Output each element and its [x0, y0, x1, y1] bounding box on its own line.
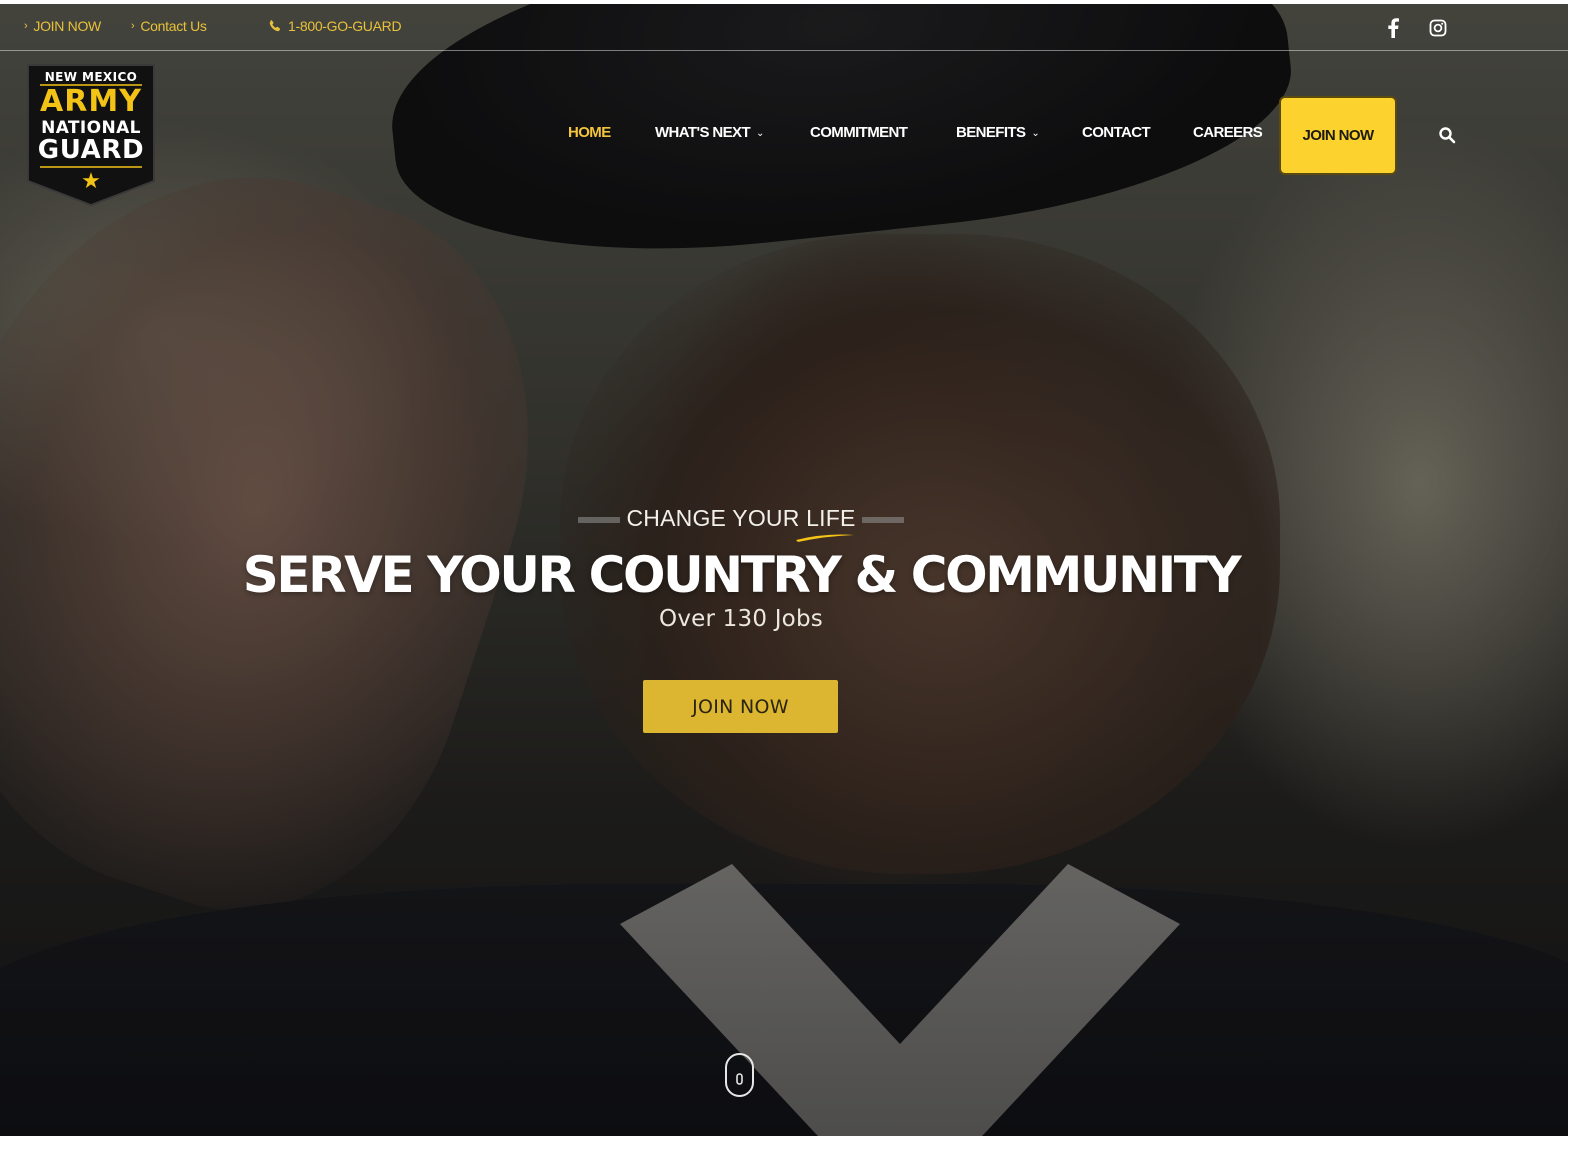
hero-join-now-button[interactable]: JOIN NOW: [643, 680, 838, 733]
nav-join-now-button[interactable]: JOIN NOW: [1279, 96, 1397, 175]
chevron-right-icon: ›: [24, 20, 28, 32]
nav-item-label: CONTACT: [1082, 124, 1151, 141]
nav-item-commitment[interactable]: COMMITMENT: [810, 124, 908, 141]
main-navigation: HOME WHAT'S NEXT ⌄ COMMITMENT BENEFITS ⌄…: [0, 96, 1568, 176]
nav-item-whats-next[interactable]: WHAT'S NEXT ⌄: [655, 124, 764, 141]
page: › JOIN NOW › Contact Us 1-800-GO-GUARD N…: [0, 0, 1588, 1149]
facebook-link[interactable]: [1382, 17, 1404, 39]
hero-eyebrow: CHANGE YOUR LIFE: [626, 505, 856, 531]
nav-item-label: HOME: [568, 124, 611, 141]
chevron-down-icon: ⌄: [756, 128, 764, 139]
eyebrow-divider-right: [862, 517, 904, 523]
top-utility-bar: › JOIN NOW › Contact Us 1-800-GO-GUARD: [0, 4, 1568, 51]
hero-headline: SERVE YOUR COUNTRY & COMMUNITY: [242, 546, 1242, 604]
nav-item-home[interactable]: HOME: [568, 124, 611, 141]
nav-item-contact[interactable]: CONTACT: [1082, 124, 1151, 141]
nav-item-careers[interactable]: CAREERS: [1193, 124, 1263, 141]
search-icon: [1439, 127, 1456, 144]
instagram-link[interactable]: [1427, 17, 1449, 39]
chevron-right-icon: ›: [131, 20, 135, 32]
topbar-phone-link[interactable]: 1-800-GO-GUARD: [268, 18, 402, 34]
hero-subheadline: Over 130 Jobs: [659, 606, 823, 632]
instagram-icon: [1429, 19, 1447, 37]
nav-item-benefits[interactable]: BENEFITS ⌄: [956, 124, 1040, 141]
nav-item-label: WHAT'S NEXT: [655, 124, 751, 141]
swoosh-underline-icon: [796, 534, 854, 542]
nav-item-label: BENEFITS: [956, 124, 1026, 141]
facebook-icon: [1388, 18, 1399, 38]
topbar-phone-label: 1-800-GO-GUARD: [288, 18, 402, 34]
chevron-down-icon: ⌄: [1031, 128, 1040, 139]
nav-item-label: COMMITMENT: [810, 124, 908, 141]
scroll-down-button[interactable]: [724, 1052, 755, 1098]
topbar-contact-us-link[interactable]: › Contact Us: [131, 18, 207, 34]
search-button[interactable]: [1436, 124, 1458, 146]
topbar-contact-us-label: Contact Us: [140, 18, 207, 34]
logo-state-text: NEW MEXICO: [44, 70, 138, 84]
phone-icon: [269, 20, 281, 32]
topbar-join-now-link[interactable]: › JOIN NOW: [24, 18, 101, 34]
nav-item-label: CAREERS: [1193, 124, 1263, 141]
topbar-join-now-label: JOIN NOW: [33, 18, 101, 34]
mouse-scroll-icon: [725, 1053, 754, 1097]
